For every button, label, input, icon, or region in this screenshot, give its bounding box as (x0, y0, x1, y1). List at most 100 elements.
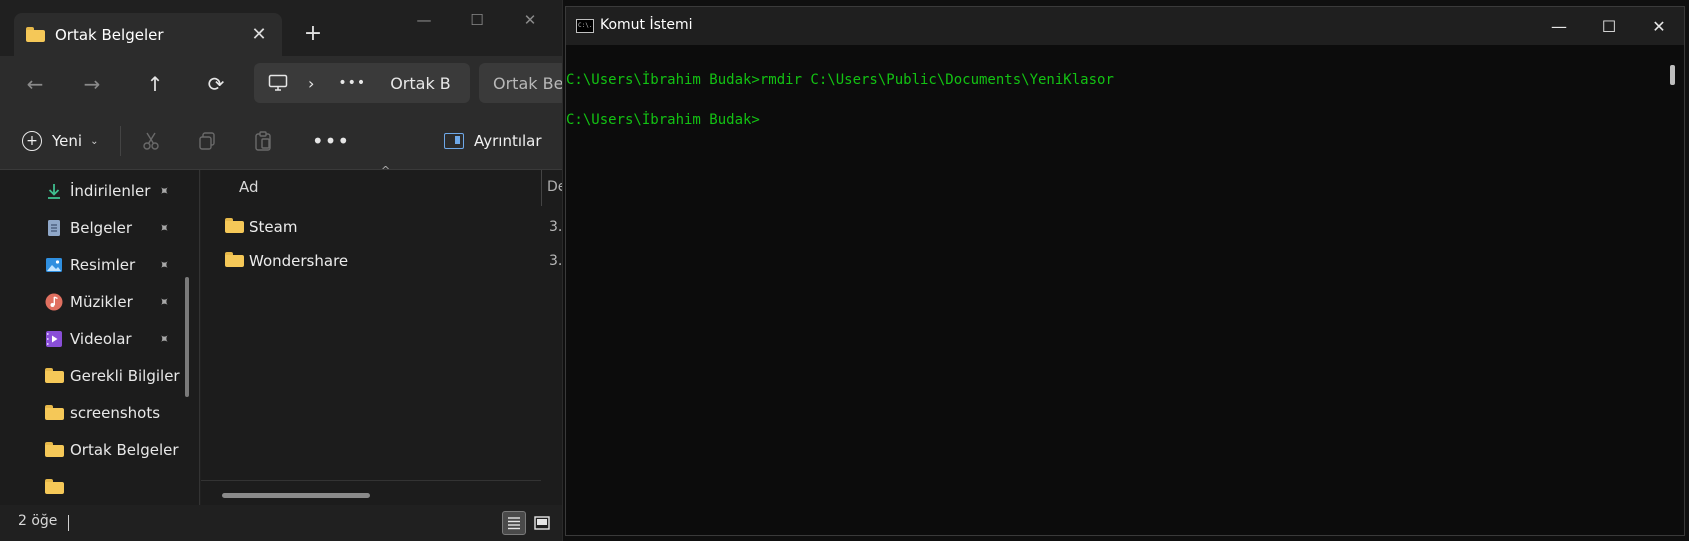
folder-icon (45, 442, 64, 460)
search-input[interactable]: Ortak Bel (479, 63, 562, 103)
status-bar: 2 öğe (0, 505, 562, 541)
pin-icon: ✦ (154, 329, 173, 349)
file-name: Steam (249, 218, 298, 236)
maximize-button[interactable]: ☐ (457, 6, 497, 34)
close-button[interactable]: ✕ (510, 6, 550, 34)
chevron-down-icon: ⌄ (90, 135, 99, 147)
pin-icon: ✦ (154, 218, 173, 238)
forward-button[interactable]: → (75, 68, 109, 100)
horizontal-scroll-track (201, 480, 541, 481)
sidebar-item-label: Videolar (70, 330, 132, 348)
window-title: Komut İstemi (600, 17, 693, 33)
folder-icon (45, 405, 64, 423)
sidebar-item-label: Belgeler (70, 219, 132, 237)
pin-icon: ✦ (154, 292, 173, 312)
pin-icon: ✦ (154, 255, 173, 275)
details-label: Ayrıntılar (474, 132, 542, 150)
pictures-icon (46, 258, 62, 272)
details-pane-icon (444, 133, 464, 149)
more-options-button[interactable]: ••• (312, 126, 349, 156)
sidebar-item-label: Ortak Belgeler (70, 441, 179, 459)
computer-icon (268, 74, 288, 91)
folder-icon (26, 27, 45, 42)
close-button[interactable]: ✕ (1634, 11, 1684, 41)
refresh-button[interactable]: ⟳ (199, 68, 233, 100)
tiles-view-button[interactable] (530, 511, 554, 535)
sidebar-item-downloads[interactable]: İndirilenler ✦ (0, 173, 199, 209)
music-icon (45, 293, 63, 311)
sidebar-item-gerekli-bilgiler[interactable]: Gerekli Bilgiler (0, 358, 199, 394)
maximize-button[interactable]: ☐ (1584, 11, 1634, 41)
explorer-tab[interactable]: Ortak Belgeler ✕ (14, 13, 282, 56)
column-header-date[interactable]: De (547, 179, 562, 195)
sidebar-scrollbar[interactable] (185, 277, 189, 397)
sidebar-item-partial[interactable] (0, 469, 199, 505)
sort-ascending-icon: ^ (381, 164, 391, 177)
terminal-line: C:\Users\İbrahim Budak>rmdir C:\Users\Pu… (566, 72, 1114, 88)
new-tab-button[interactable]: + (298, 18, 328, 48)
sidebar-item-label: İndirilenler (70, 182, 151, 200)
status-divider (68, 515, 69, 531)
sidebar-item-ortak-belgeler[interactable]: Ortak Belgeler (0, 432, 199, 468)
new-button[interactable]: + Yeni ⌄ (22, 126, 98, 156)
minimize-button[interactable]: — (1534, 11, 1584, 41)
terminal-output[interactable]: C:\Users\İbrahim Budak>rmdir C:\Users\Pu… (566, 45, 1666, 535)
tiles-view-icon (534, 516, 550, 530)
breadcrumb[interactable]: Ortak B (390, 74, 451, 93)
details-pane-button[interactable]: Ayrıntılar (444, 126, 542, 156)
folder-icon (225, 218, 244, 233)
navigation-bar: ← → ↑ ⟳ › ••• Ortak B Ortak Bel (0, 56, 562, 112)
sidebar-item-pictures[interactable]: Resimler ✦ (0, 247, 199, 283)
file-date: 3.0 (549, 219, 563, 235)
column-header-name[interactable]: Ad (239, 178, 259, 196)
cut-icon[interactable] (136, 126, 166, 156)
file-name: Wondershare (249, 252, 349, 270)
cmd-icon: C:\. (576, 19, 594, 33)
sidebar-item-videos[interactable]: Videolar ✦ (0, 321, 199, 357)
sidebar-item-label: screenshots (70, 404, 161, 422)
column-divider[interactable] (541, 170, 542, 206)
file-date: 3.0 (549, 253, 563, 269)
table-row[interactable]: Steam 3.0 (201, 209, 563, 245)
file-list: ^ Ad De Steam 3.0 Wondershare 3.0 (201, 164, 563, 505)
download-icon (48, 184, 60, 199)
video-icon (46, 331, 62, 347)
address-overflow-button[interactable]: ••• (338, 75, 366, 91)
address-bar[interactable]: › ••• Ortak B (254, 63, 470, 103)
sidebar-item-label: Müzikler (70, 293, 133, 311)
toolbar-divider (120, 126, 121, 156)
folder-icon (45, 479, 64, 497)
explorer-titlebar: Ortak Belgeler ✕ + — ☐ ✕ (0, 0, 562, 56)
details-view-button[interactable] (502, 511, 526, 535)
sidebar-item-music[interactable]: Müzikler ✦ (0, 284, 199, 320)
cmd-titlebar: C:\. Komut İstemi — ☐ ✕ (566, 7, 1684, 45)
paste-icon[interactable] (248, 126, 278, 156)
folder-icon (225, 252, 244, 267)
sidebar-item-label: Resimler (70, 256, 136, 274)
horizontal-scrollbar[interactable] (222, 493, 370, 498)
up-button[interactable]: ↑ (138, 68, 172, 100)
back-button[interactable]: ← (18, 68, 52, 100)
sidebar-item-documents[interactable]: Belgeler ✦ (0, 210, 199, 246)
column-header-row: ^ Ad De (201, 164, 562, 206)
document-icon (48, 220, 60, 236)
copy-icon[interactable] (192, 126, 222, 156)
tab-close-button[interactable]: ✕ (244, 20, 274, 50)
sidebar-item-screenshots[interactable]: screenshots (0, 395, 199, 431)
terminal-scrollbar[interactable] (1670, 65, 1675, 85)
plus-circle-icon: + (22, 131, 42, 151)
table-row[interactable]: Wondershare 3.0 (201, 243, 563, 279)
pin-icon: ✦ (154, 181, 173, 201)
chevron-right-icon[interactable]: › (308, 74, 314, 93)
tab-title: Ortak Belgeler (55, 25, 164, 44)
sidebar-item-label: Gerekli Bilgiler (70, 367, 180, 385)
folder-icon (45, 368, 64, 386)
navigation-pane: İndirilenler ✦ Belgeler ✦ Resimler ✦ Müz… (0, 170, 200, 505)
item-count: 2 öğe (18, 513, 58, 529)
command-bar: + Yeni ⌄ ••• Ayrıntılar (0, 112, 562, 170)
terminal-prompt-line: C:\Users\İbrahim Budak> (566, 112, 760, 128)
minimize-button[interactable]: — (404, 6, 444, 34)
list-view-icon (508, 517, 520, 530)
new-button-label: Yeni (52, 132, 83, 150)
file-explorer-window: Ortak Belgeler ✕ + — ☐ ✕ ← → ↑ ⟳ › ••• O… (0, 0, 563, 541)
